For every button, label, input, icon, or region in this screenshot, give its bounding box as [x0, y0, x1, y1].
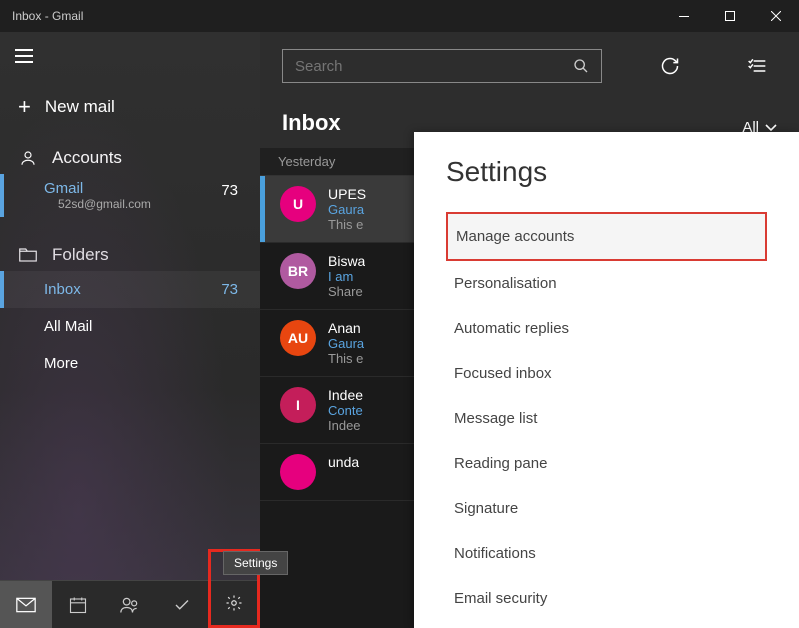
close-button[interactable] — [753, 0, 799, 32]
avatar: AU — [280, 320, 316, 356]
settings-item[interactable]: Signature — [446, 486, 767, 531]
window-controls — [661, 0, 799, 32]
maximize-button[interactable] — [707, 0, 753, 32]
minimize-button[interactable] — [661, 0, 707, 32]
calendar-app-button[interactable] — [52, 581, 104, 628]
hamburger-menu[interactable] — [0, 32, 48, 80]
message-subject: Conte — [328, 403, 363, 418]
message-subject: I am — [328, 269, 365, 284]
message-from: unda — [328, 454, 359, 470]
mail-app-button[interactable] — [0, 581, 52, 628]
new-mail-label: New mail — [45, 97, 115, 117]
accounts-label: Accounts — [52, 148, 122, 168]
sync-button[interactable] — [650, 46, 690, 86]
settings-item[interactable]: Message list — [446, 396, 767, 441]
message-from: Indee — [328, 387, 363, 403]
folder-item[interactable]: Inbox 73 — [0, 271, 260, 308]
settings-item[interactable]: Email security — [446, 576, 767, 621]
message-subject: Gaura — [328, 336, 364, 351]
settings-item[interactable]: Personalisation — [446, 261, 767, 306]
new-mail-button[interactable]: + New mail — [0, 80, 260, 134]
folder-item[interactable]: More — [0, 345, 260, 382]
search-box[interactable] — [282, 49, 602, 83]
folder-icon — [18, 245, 38, 265]
settings-item[interactable]: Focused inbox — [446, 351, 767, 396]
refresh-icon — [660, 56, 680, 76]
sidebar: + New mail Accounts Gmail 52sd@gmail.com… — [0, 32, 260, 628]
account-email: 52sd@gmail.com — [44, 197, 242, 211]
folder-label: More — [44, 355, 78, 372]
person-icon — [18, 148, 38, 168]
window-title: Inbox - Gmail — [12, 9, 661, 23]
folder-label: All Mail — [44, 318, 92, 335]
plus-icon: + — [18, 94, 31, 120]
settings-tooltip: Settings — [223, 551, 288, 575]
settings-item[interactable]: Automatic replies — [446, 306, 767, 351]
search-input[interactable] — [295, 58, 573, 75]
folders-label: Folders — [52, 245, 109, 265]
settings-item[interactable]: Manage accounts — [446, 212, 767, 261]
settings-item[interactable]: Notifications — [446, 531, 767, 576]
settings-title: Settings — [446, 156, 767, 188]
message-from: Biswa — [328, 253, 365, 269]
bottom-app-bar: Settings — [0, 580, 260, 628]
message-subject: Gaura — [328, 202, 366, 217]
message-from: UPES — [328, 186, 366, 202]
todo-app-button[interactable] — [156, 581, 208, 628]
avatar: U — [280, 186, 316, 222]
account-item[interactable]: Gmail 52sd@gmail.com 73 — [0, 174, 260, 217]
avatar — [280, 454, 316, 490]
avatar: BR — [280, 253, 316, 289]
settings-button[interactable]: Settings — [208, 581, 260, 628]
gear-icon — [225, 594, 243, 612]
folder-label: Inbox — [44, 281, 81, 298]
chevron-down-icon — [765, 124, 777, 132]
avatar: I — [280, 387, 316, 423]
settings-item[interactable]: Reading pane — [446, 441, 767, 486]
folders-header: Folders — [0, 231, 260, 271]
message-preview: This e — [328, 217, 366, 232]
settings-panel: Settings Manage accountsPersonalisationA… — [414, 132, 799, 628]
folder-count: 73 — [221, 281, 238, 298]
selection-icon — [747, 58, 767, 74]
accounts-header: Accounts — [0, 134, 260, 174]
message-preview: This e — [328, 351, 364, 366]
inbox-title: Inbox — [282, 110, 341, 136]
account-name: Gmail — [44, 180, 242, 197]
folder-item[interactable]: All Mail — [0, 308, 260, 345]
selection-mode-button[interactable] — [737, 46, 777, 86]
message-list-pane: Inbox All Yesterday U UPES Gaura This e … — [260, 32, 799, 628]
toolbar — [260, 32, 799, 100]
search-icon — [573, 58, 589, 74]
message-preview: Indee — [328, 418, 363, 433]
account-count: 73 — [221, 182, 238, 199]
message-from: Anan — [328, 320, 364, 336]
message-preview: Share — [328, 284, 365, 299]
people-app-button[interactable] — [104, 581, 156, 628]
titlebar: Inbox - Gmail — [0, 0, 799, 32]
